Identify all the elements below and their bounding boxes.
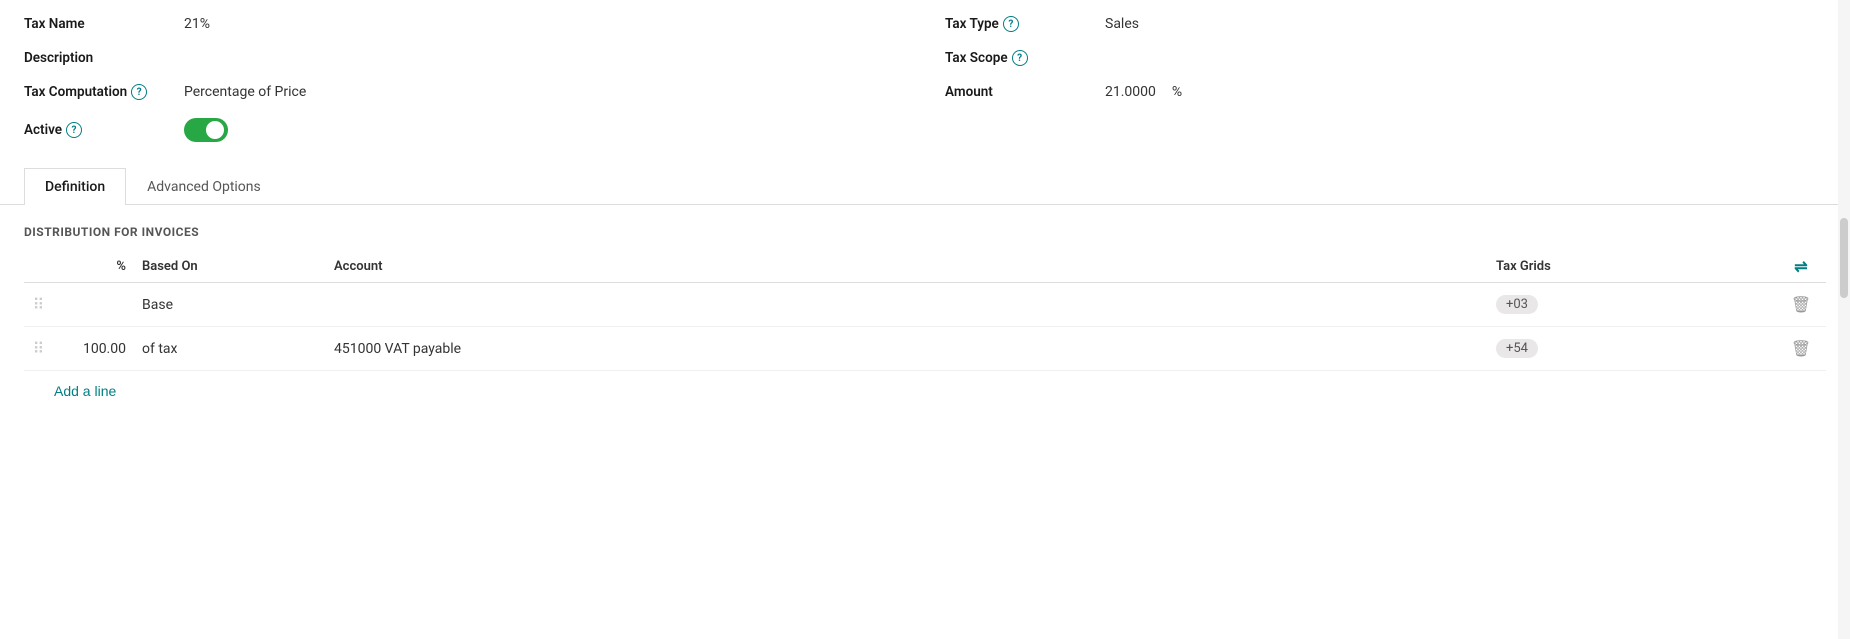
row2-percent: 100.00 xyxy=(54,341,134,357)
basedon-col-header: Based On xyxy=(134,259,334,274)
tax-computation-label: Tax Computation ? xyxy=(24,84,184,100)
amount-label: Amount xyxy=(945,84,1105,100)
row1-basedon: Base xyxy=(134,297,334,313)
tax-name-row: Tax Name 21% xyxy=(24,16,905,32)
drag-dots-icon: ⠿ xyxy=(33,295,46,314)
tax-scope-help-icon[interactable]: ? xyxy=(1012,50,1028,66)
row2-taxgrid-badge: +54 xyxy=(1496,339,1538,358)
tax-name-label: Tax Name xyxy=(24,16,184,32)
active-toggle[interactable] xyxy=(184,118,228,142)
active-label: Active ? xyxy=(24,122,184,138)
amount-row: Amount 21.0000 % xyxy=(945,84,1826,100)
account-col-header: Account xyxy=(334,259,1496,274)
tax-name-value: 21% xyxy=(184,16,210,32)
row1-actions: 🗑 xyxy=(1776,295,1826,314)
table-header: % Based On Account Tax Grids ⇌ xyxy=(24,251,1826,283)
row1-taxgrids: +03 xyxy=(1496,295,1776,314)
tab-advanced-options[interactable]: Advanced Options xyxy=(126,168,282,205)
drag-handle-2[interactable]: ⠿ xyxy=(24,339,54,358)
row1-delete-icon[interactable]: 🗑 xyxy=(1791,295,1811,314)
row2-basedon: of tax xyxy=(134,341,334,357)
actions-col-header: ⇌ xyxy=(1776,257,1826,276)
add-line-button[interactable]: Add a line xyxy=(24,371,116,399)
tax-type-help-icon[interactable]: ? xyxy=(1003,16,1019,32)
scrollbar[interactable] xyxy=(1838,0,1850,639)
distribution-section: DISTRIBUTION FOR INVOICES % Based On Acc… xyxy=(0,205,1850,400)
description-label: Description xyxy=(24,50,184,66)
tax-computation-row: Tax Computation ? Percentage of Price xyxy=(24,84,905,100)
amount-value-group: 21.0000 % xyxy=(1105,84,1182,100)
percent-col-header: % xyxy=(54,259,134,274)
table-row: ⠿ Base +03 🗑 xyxy=(24,283,1826,327)
tab-definition[interactable]: Definition xyxy=(24,168,126,205)
tax-scope-label: Tax Scope ? xyxy=(945,50,1105,66)
active-help-icon[interactable]: ? xyxy=(66,122,82,138)
tax-type-row: Tax Type ? Sales xyxy=(945,16,1826,32)
row2-account: 451000 VAT payable xyxy=(334,341,1496,357)
row2-taxgrids: +54 xyxy=(1496,339,1776,358)
distribution-table: % Based On Account Tax Grids ⇌ ⠿ Base +0… xyxy=(24,251,1826,371)
form-right: Tax Type ? Sales Tax Scope ? Amount 21.0… xyxy=(945,16,1826,160)
row2-actions: 🗑 xyxy=(1776,339,1826,358)
toggle-slider xyxy=(184,118,228,142)
amount-suffix: % xyxy=(1172,84,1182,100)
scrollbar-thumb xyxy=(1840,218,1848,298)
tax-type-value: Sales xyxy=(1105,16,1139,32)
tax-computation-help-icon[interactable]: ? xyxy=(131,84,147,100)
form-section: Tax Name 21% Description Tax Computation… xyxy=(0,0,1850,160)
description-row: Description xyxy=(24,50,905,66)
row2-delete-icon[interactable]: 🗑 xyxy=(1791,339,1811,358)
active-row: Active ? xyxy=(24,118,905,142)
tax-scope-row: Tax Scope ? xyxy=(945,50,1826,66)
tabs-container: Definition Advanced Options xyxy=(0,168,1850,205)
drag-dots-icon: ⠿ xyxy=(33,339,46,358)
table-row: ⠿ 100.00 of tax 451000 VAT payable +54 🗑 xyxy=(24,327,1826,371)
row1-taxgrid-badge: +03 xyxy=(1496,295,1538,314)
tax-computation-value: Percentage of Price xyxy=(184,84,306,100)
amount-value: 21.0000 xyxy=(1105,84,1156,100)
form-left: Tax Name 21% Description Tax Computation… xyxy=(24,16,905,160)
distribution-section-title: DISTRIBUTION FOR INVOICES xyxy=(24,225,1826,239)
tax-type-label: Tax Type ? xyxy=(945,16,1105,32)
taxgrids-col-header: Tax Grids xyxy=(1496,259,1776,274)
filter-icon[interactable]: ⇌ xyxy=(1794,257,1807,276)
drag-handle-1[interactable]: ⠿ xyxy=(24,295,54,314)
